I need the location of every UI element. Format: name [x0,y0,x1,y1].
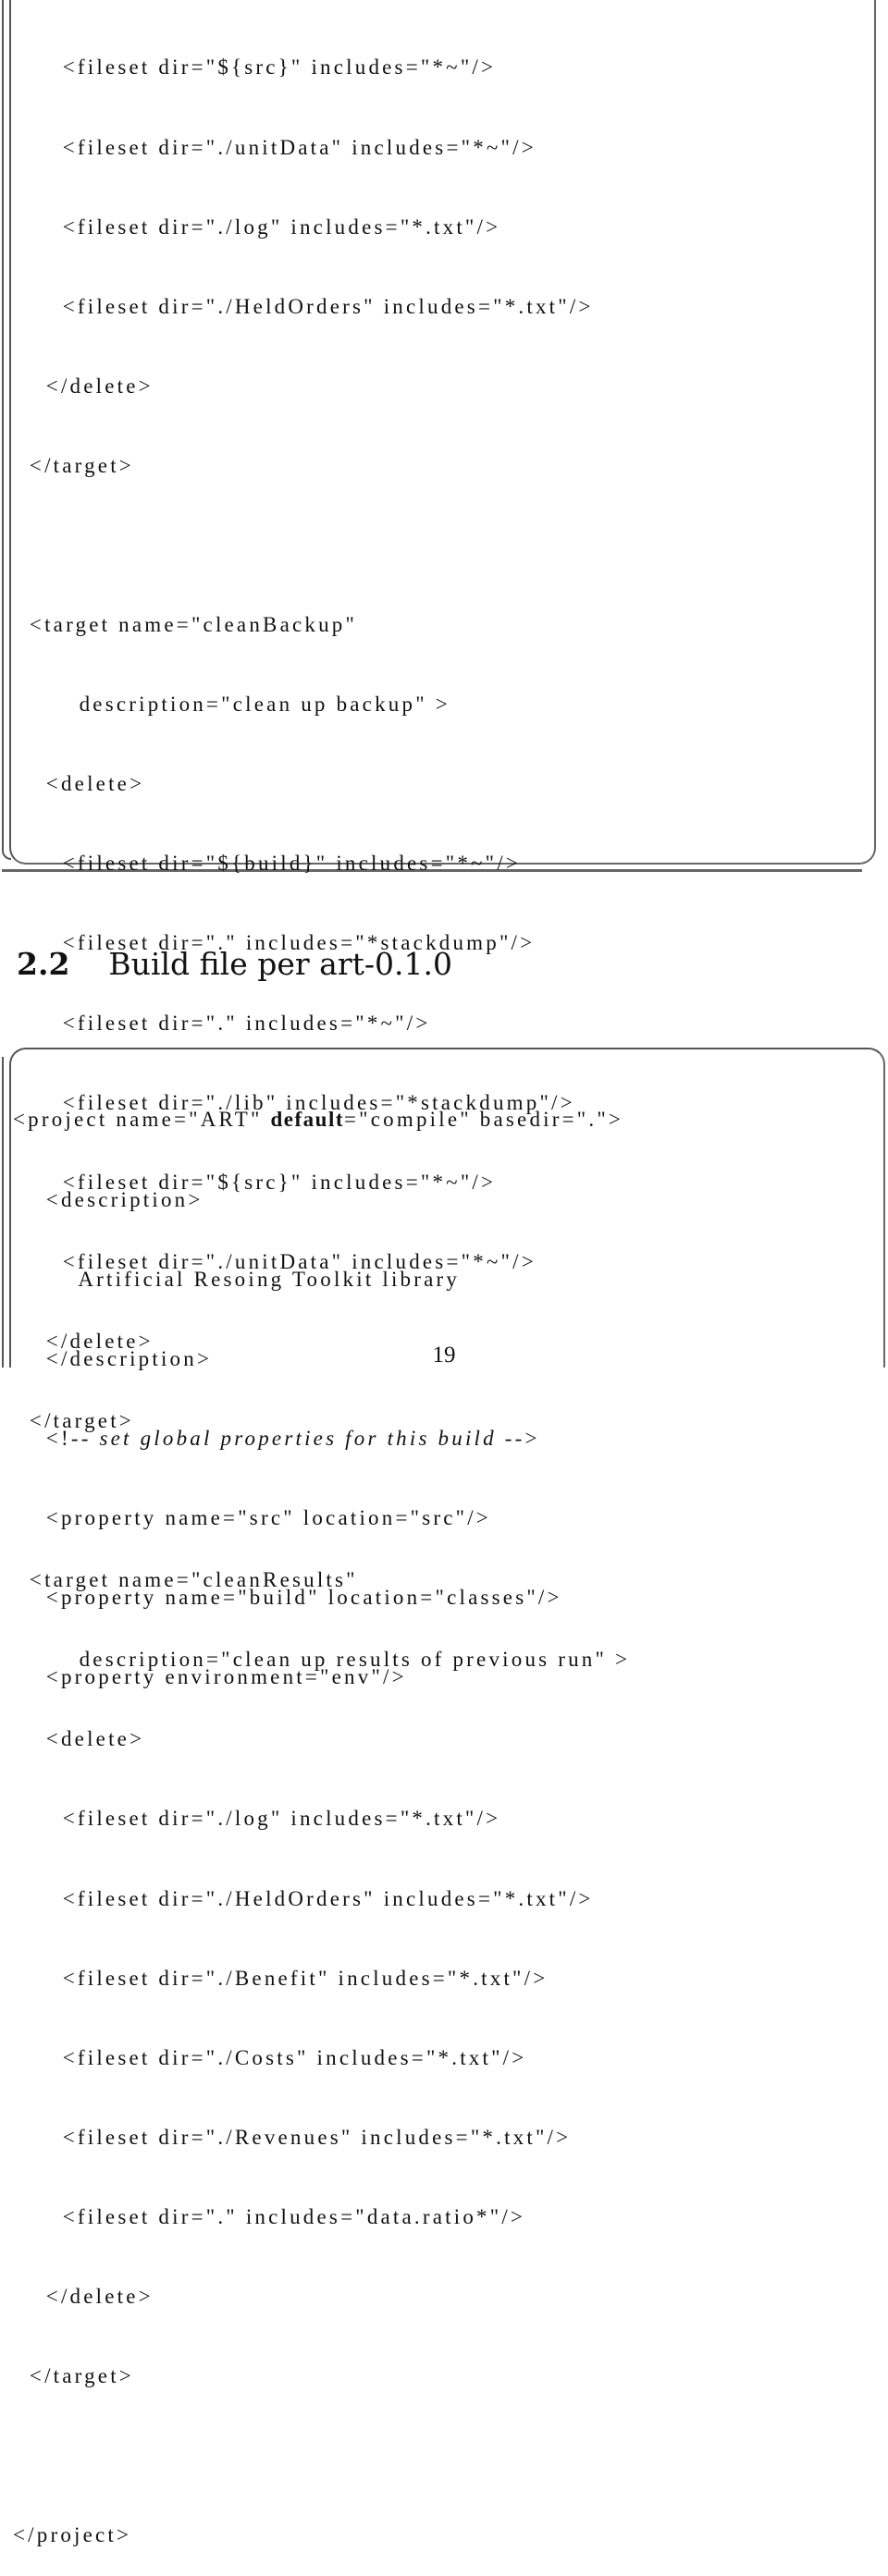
code-line: <fileset dir="./Revenues" includes="*.tx… [13,2125,572,2149]
code-line: <delete> [13,772,145,796]
code-line: <project name="ART" default="compile" ba… [13,1107,623,1134]
code-text: ="compile" basedir="."> [344,1108,624,1132]
section-heading: 2.2 Build file per art-0.1.0 [17,946,452,982]
code-line: <!-- set global properties for this buil… [13,1426,623,1453]
section-number: 2.2 [17,946,70,982]
code-text: <project name="ART" [13,1108,271,1132]
code-line: </delete> [13,374,154,398]
code-line: </target> [13,2364,134,2388]
code-line: </project> [13,2523,132,2547]
code-line: <fileset dir="./Benefit" includes="*.txt… [13,1966,549,1990]
section-title: Build file per art-0.1.0 [108,946,452,982]
code-line: <delete> [13,1727,145,1751]
code-line: </delete> [13,2285,154,2309]
code-line: <description> [13,1187,204,1211]
code-text: --> [496,1426,540,1450]
code-line: <fileset dir="." includes="data.ratio*"/… [13,2204,526,2228]
code-keyword: default [270,1108,345,1132]
code-line: <fileset dir="./unitData" includes="*~"/… [13,135,536,159]
code-line: <fileset dir="${src}" includes="*~"/> [13,55,497,80]
code-line: <fileset dir="." includes="*~"/> [13,1011,431,1035]
code-listing-frame-1-outer-border [2,0,11,860]
code-line: <fileset dir="./log" includes="*.txt"/> [13,215,501,239]
code-line: <fileset dir="./Costs" includes="*.txt"/… [13,2045,527,2069]
code-line: Artificial Resoing Toolkit library [13,1267,461,1291]
code-line: <target name="cleanBackup" [13,613,358,637]
code-line: </target> [13,453,134,477]
code-line: <property environment="env"/> [13,1665,407,1689]
code-line: description="clean up backup" > [13,693,450,717]
code-line: <fileset dir="./log" includes="*.txt"/> [13,1807,501,1831]
code-line: <property name="src" location="src"/> [13,1505,491,1529]
code-text: <!-- [13,1426,100,1450]
code-listing-2: <project name="ART" default="compile" ba… [13,1054,623,1717]
code-comment: set global properties for this build [99,1426,497,1450]
code-listing-frame-2-outer-border [2,1057,4,1368]
page-number: 19 [432,1343,456,1368]
code-line: <fileset dir="./HeldOrders" includes="*.… [13,1886,594,1910]
code-line: <fileset dir="${build}" includes="*~"/> [13,852,522,876]
code-line: <property name="build" location="classes… [13,1585,562,1609]
code-line: <fileset dir="./HeldOrders" includes="*.… [13,294,594,318]
